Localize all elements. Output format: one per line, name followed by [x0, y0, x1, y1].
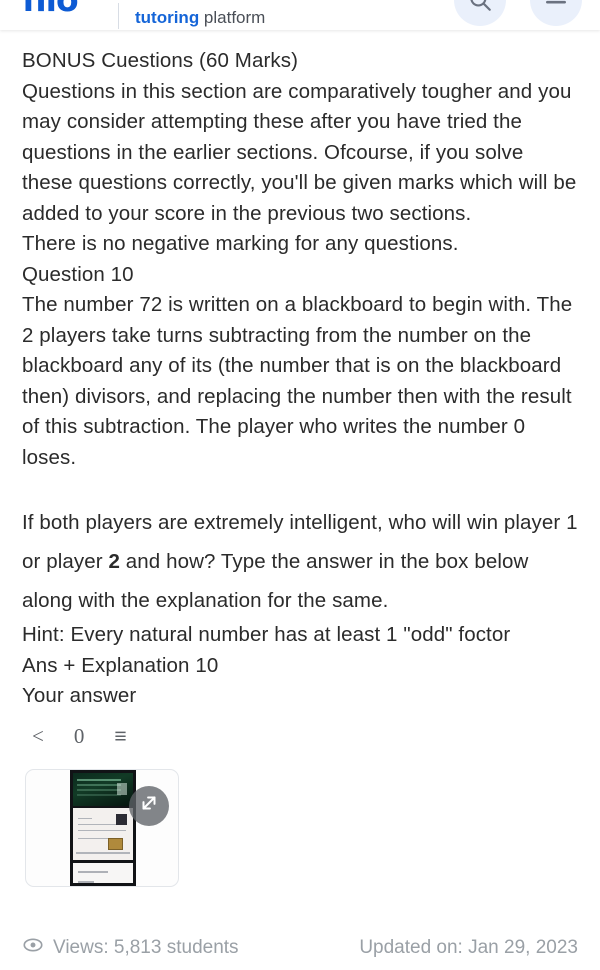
photo-ink-mark — [116, 813, 127, 825]
question-body: The number 72 is written on a blackboard… — [22, 293, 573, 469]
attachment-area — [0, 747, 600, 887]
expand-arrows-icon — [138, 792, 160, 819]
search-icon — [467, 0, 493, 13]
brand-divider — [118, 3, 119, 29]
filo-logo[interactable]: filo — [22, 0, 102, 30]
question-prompt: If both players are extremely intelligen… — [22, 503, 578, 620]
your-answer-label: Your answer — [22, 684, 137, 707]
views-text: Views: 5,813 students — [53, 937, 239, 958]
question-hint: Hint: Every natural number has at least … — [22, 623, 511, 646]
attachment-thumbnail[interactable] — [25, 768, 179, 887]
menu-button[interactable] — [530, 0, 582, 26]
photo-dark-region — [73, 772, 133, 806]
tagline-highlight: tutoring — [135, 8, 200, 27]
brand[interactable]: filo tutoring platform — [22, 0, 265, 30]
question-content: BONUS Cuestions (60 Marks) Questions in … — [0, 30, 600, 712]
section-intro: Questions in this section are comparativ… — [22, 79, 577, 225]
photo-highlight-mark — [108, 837, 123, 850]
views-group: Views: 5,813 students — [22, 934, 239, 962]
answer-count[interactable]: 0 — [74, 725, 85, 747]
answer-editor-toolbar: < 0 ≡ — [0, 712, 600, 747]
header-inner: filo tutoring platform — [0, 0, 600, 30]
question-text-block: BONUS Cuestions (60 Marks) Questions in … — [22, 46, 578, 712]
attachment-photo — [70, 769, 136, 886]
logo-text: filo — [22, 0, 79, 16]
photo-paper-region — [73, 807, 133, 860]
no-negative-marking-note: There is no negative marking for any que… — [22, 232, 459, 255]
app-header: filo tutoring platform — [0, 0, 600, 30]
back-chevron-icon[interactable]: < — [32, 725, 44, 747]
answer-label: Ans + Explanation 10 — [22, 653, 219, 677]
eye-icon — [22, 934, 44, 962]
tagline-rest: platform — [199, 8, 266, 27]
list-lines-icon[interactable]: ≡ — [114, 726, 126, 747]
section-title: BONUS Cuestions (60 Marks) — [22, 49, 299, 72]
hamburger-menu-icon — [543, 0, 569, 13]
brand-tagline: tutoring platform — [135, 9, 265, 30]
question-label: Question 10 — [22, 262, 134, 286]
expand-attachment-button[interactable] — [129, 785, 169, 826]
prompt-bold-player: 2 — [108, 550, 120, 573]
search-button[interactable] — [454, 0, 506, 26]
photo-footer-region — [73, 862, 133, 883]
page-footer: Views: 5,813 students Updated on: Jan 29… — [0, 934, 600, 962]
header-actions — [454, 0, 582, 30]
updated-text: Updated on: Jan 29, 2023 — [359, 937, 578, 958]
